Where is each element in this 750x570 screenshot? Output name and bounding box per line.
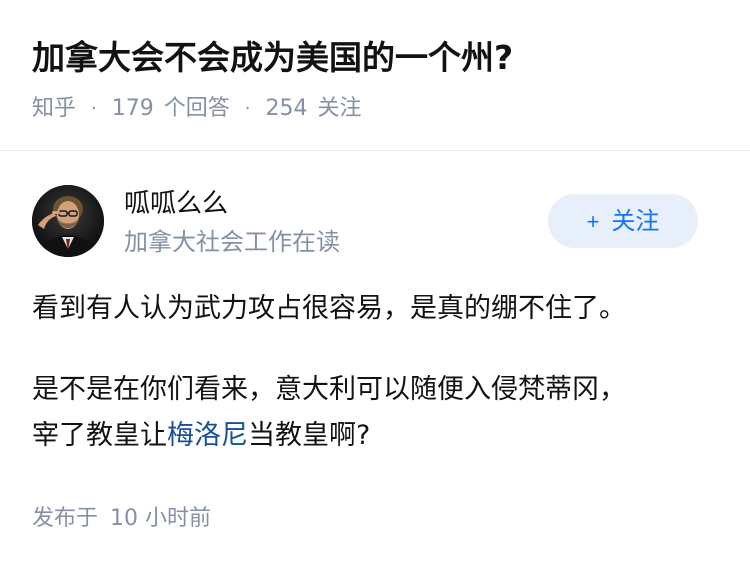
- answer-text: 当教皇啊?: [248, 420, 371, 451]
- portrait-avatar-icon: [32, 185, 104, 257]
- publish-label: 发布于: [32, 506, 99, 531]
- follow-label: 关注: [611, 208, 660, 235]
- followers-label: 关注: [317, 96, 362, 121]
- answer-paragraph-2: 是不是在你们看来，意大利可以随便入侵梵蒂冈， 宰了教皇让梅洛尼当教皇啊?: [32, 367, 722, 459]
- plus-icon: +: [586, 209, 600, 234]
- question-title[interactable]: 加拿大会不会成为美国的一个州?: [32, 34, 513, 82]
- source-label[interactable]: 知乎: [32, 92, 76, 126]
- author-name[interactable]: 呱呱么么: [124, 184, 228, 224]
- author-avatar[interactable]: [32, 185, 104, 257]
- question-meta: 知乎 · 179 个回答 · 254 关注: [32, 92, 362, 126]
- follow-button[interactable]: + 关注: [548, 194, 698, 248]
- author-bio: 加拿大社会工作在读: [124, 228, 340, 256]
- answer-text: 宰了教皇让: [32, 420, 167, 451]
- answer-text: 是不是在你们看来，意大利可以随便入侵梵蒂冈，: [32, 374, 626, 405]
- followers-count: 254: [265, 96, 308, 121]
- author-row: 呱呱么么 加拿大社会工作在读 + 关注: [0, 180, 750, 270]
- answers-count: 179: [111, 96, 154, 121]
- publish-time: 发布于 10 小时前: [32, 502, 211, 536]
- search-link-meloni[interactable]: 梅洛尼: [167, 420, 248, 451]
- meta-separator: ·: [91, 98, 97, 119]
- answer-paragraph-1: 看到有人认为武力攻占很容易，是真的绷不住了。: [32, 293, 626, 324]
- answer-content: 看到有人认为武力攻占很容易，是真的绷不住了。 是不是在你们看来，意大利可以随便入…: [32, 286, 722, 459]
- question-header: 加拿大会不会成为美国的一个州? 知乎 · 179 个回答 · 254 关注: [0, 0, 750, 150]
- section-divider: [0, 150, 750, 151]
- meta-separator: ·: [244, 98, 251, 119]
- answers-label[interactable]: 个回答: [164, 92, 230, 126]
- publish-time-value: 10 小时前: [110, 506, 212, 531]
